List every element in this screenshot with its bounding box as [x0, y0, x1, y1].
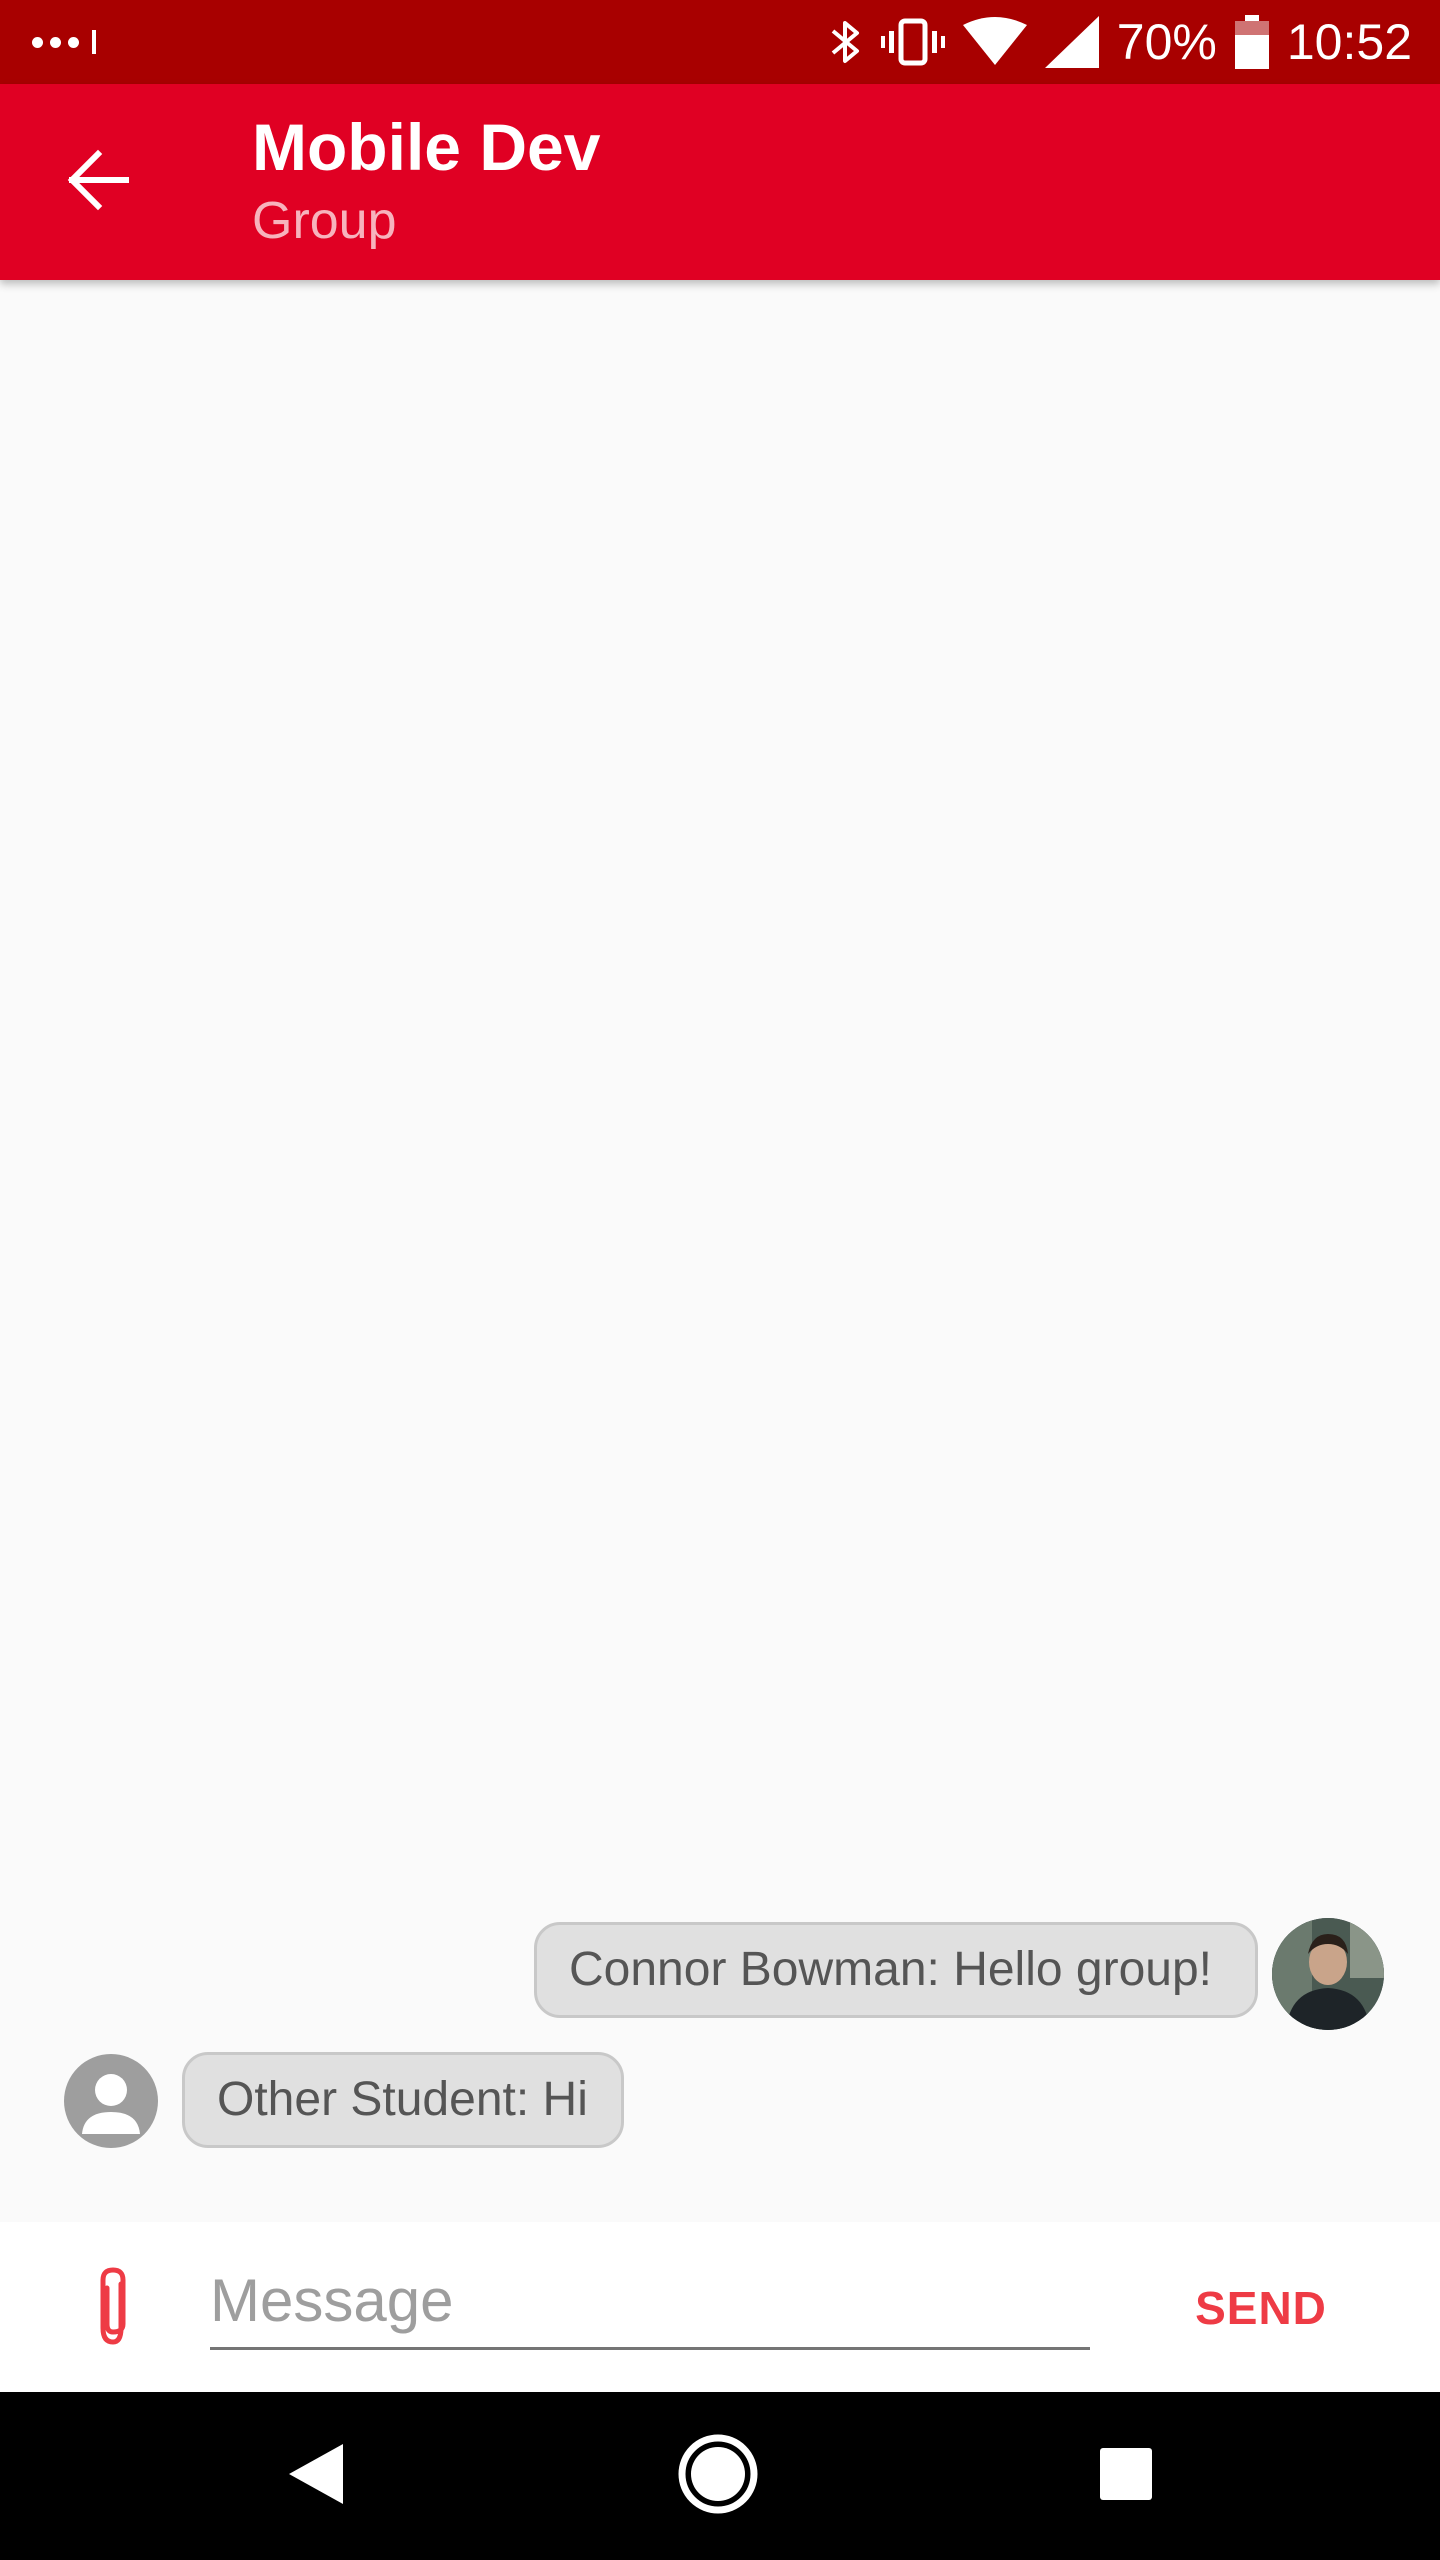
avatar[interactable] — [1272, 1918, 1384, 2030]
signal-icon — [1044, 16, 1099, 68]
page-title: Mobile Dev — [252, 110, 601, 184]
app-bar: Mobile Dev Group — [0, 84, 1440, 280]
nav-home-button[interactable] — [668, 2426, 768, 2526]
navigation-bar — [0, 2392, 1440, 2560]
notification-dots-icon — [32, 0, 96, 84]
bluetooth-icon — [829, 17, 863, 67]
default-person-icon[interactable] — [64, 2054, 158, 2148]
paperclip-icon — [91, 2266, 135, 2355]
wifi-icon — [962, 17, 1027, 67]
nav-back-icon — [287, 2442, 345, 2511]
incoming-message-bubble[interactable]: Other Student: Hi — [182, 2052, 624, 2148]
attach-button[interactable] — [70, 2264, 156, 2356]
title-block: Mobile Dev Group — [252, 106, 600, 254]
nav-back-button[interactable] — [266, 2426, 366, 2526]
back-button[interactable] — [52, 136, 144, 228]
clock: 10:52 — [1286, 14, 1412, 70]
nav-home-icon — [677, 2433, 759, 2520]
outgoing-message-bubble[interactable]: Connor Bowman: Hello group! — [534, 1922, 1258, 2018]
page-subtitle: Group — [252, 192, 397, 250]
nav-recents-button[interactable] — [1076, 2426, 1176, 2526]
status-bar: 70% 10:52 — [0, 0, 1440, 84]
battery-icon — [1234, 15, 1269, 69]
battery-percentage: 70% — [1116, 14, 1217, 70]
message-input[interactable] — [210, 2254, 1090, 2350]
send-button[interactable]: SEND — [1166, 2262, 1356, 2354]
arrow-back-icon — [66, 148, 130, 217]
status-icons: 70% 10:52 — [829, 0, 1412, 84]
nav-recents-icon — [1099, 2447, 1153, 2506]
vibrate-icon — [880, 17, 945, 67]
message-composer: SEND — [0, 2222, 1440, 2392]
